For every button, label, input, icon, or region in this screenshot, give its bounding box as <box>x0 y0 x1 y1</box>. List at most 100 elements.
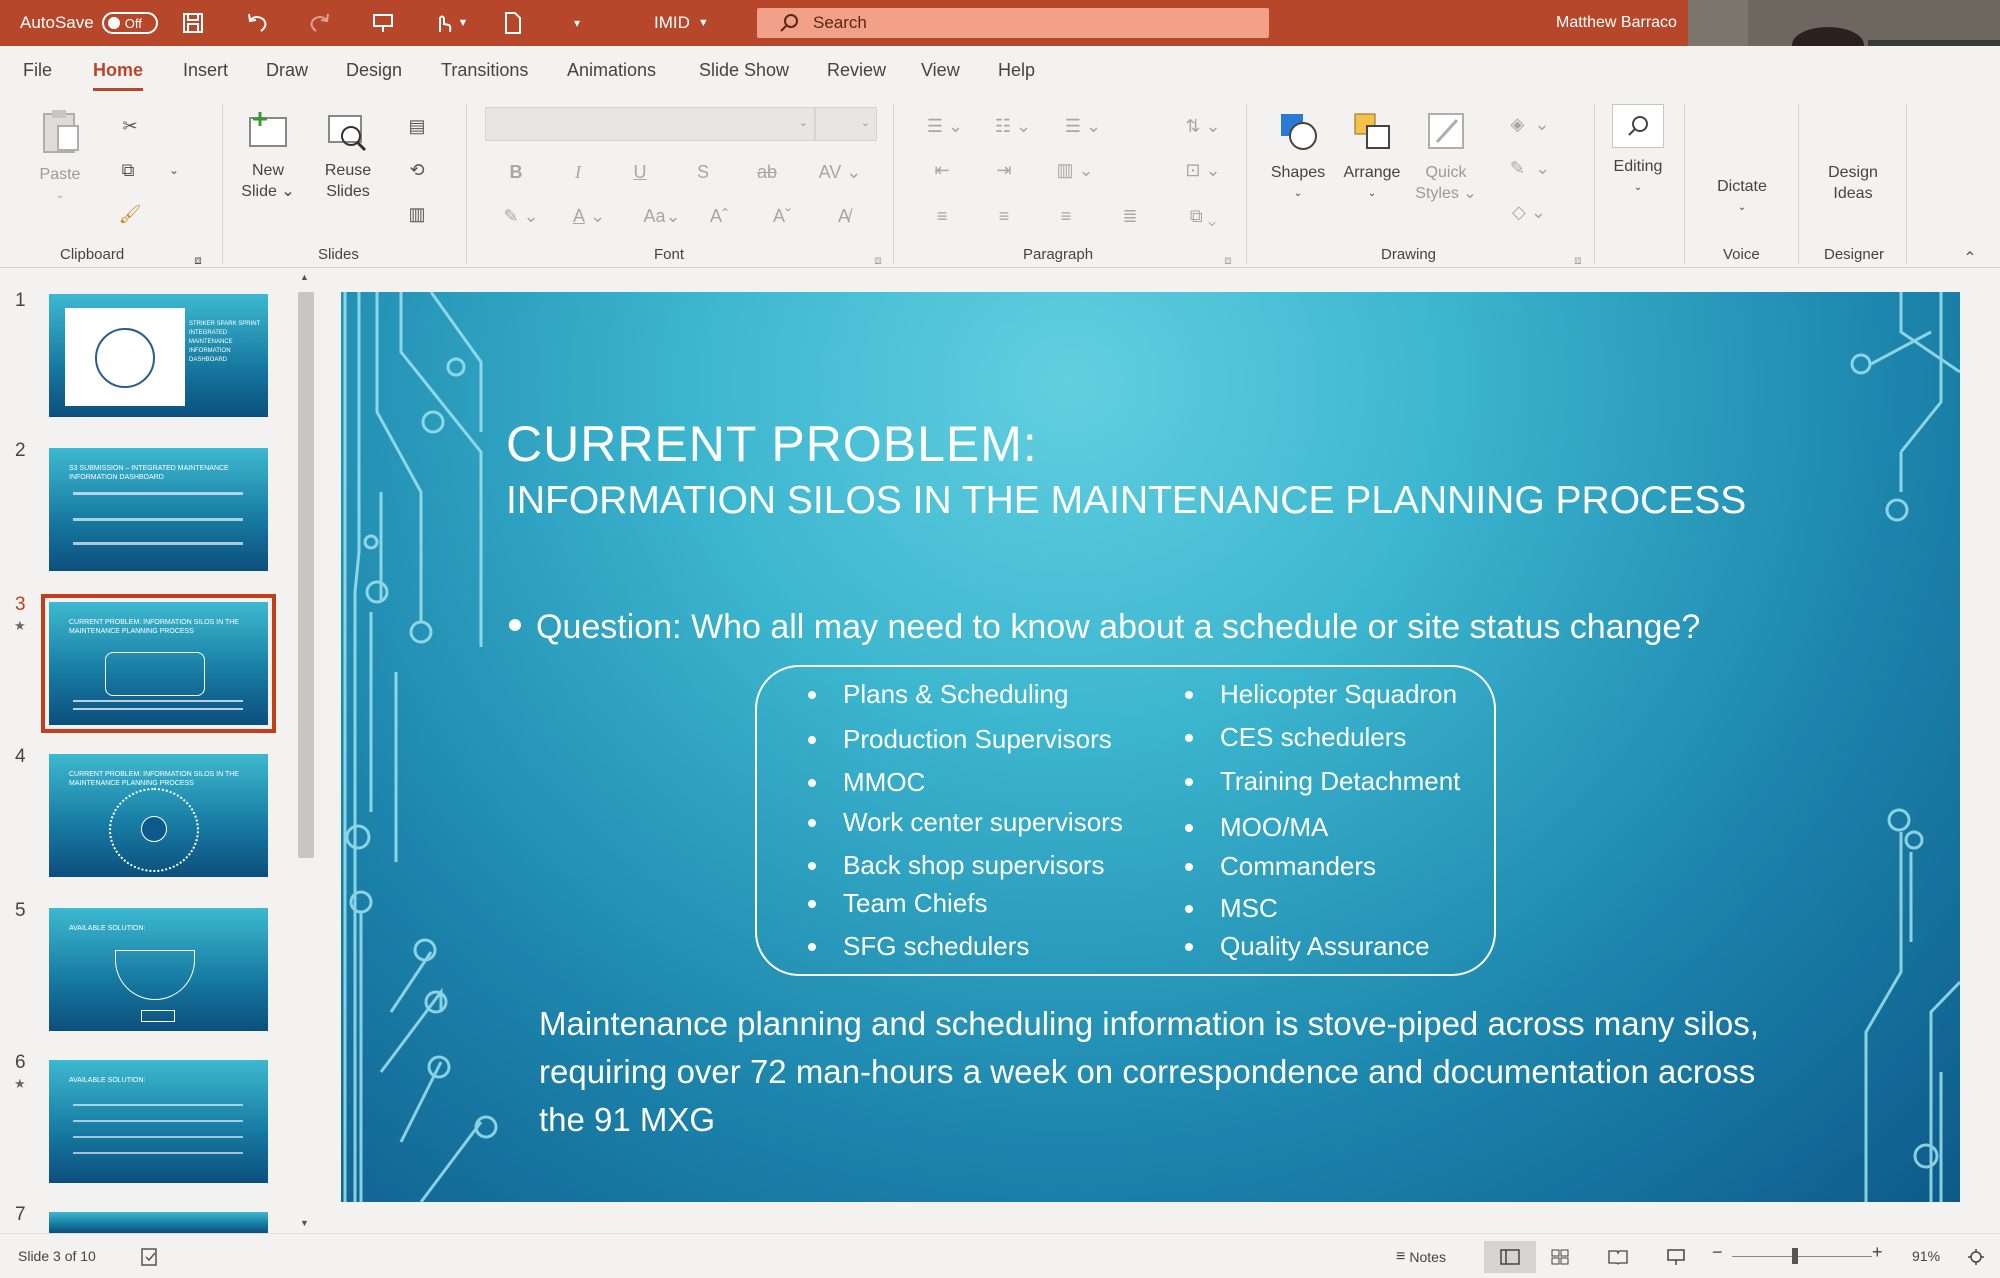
slide-subtitle[interactable]: INFORMATION SILOS IN THE MAINTENANCE PLA… <box>506 479 1746 523</box>
slide-thumbnail-2[interactable]: S3 SUBMISSION – INTEGRATED MAINTENANCE I… <box>49 448 268 571</box>
undo-icon[interactable] <box>242 8 272 38</box>
increase-font-icon[interactable]: Aˆ <box>705 202 733 230</box>
section-icon[interactable]: ▥ <box>403 200 431 228</box>
tab-help[interactable]: Help <box>998 60 1035 81</box>
tab-slide-show[interactable]: Slide Show <box>699 60 789 81</box>
shadow-icon[interactable]: S <box>689 158 717 186</box>
increase-indent-icon[interactable]: ⇥ <box>990 156 1018 184</box>
slide-thumbnail-1[interactable]: STRIKER SPARK SPRINT INTEGRATED MAINTENA… <box>49 294 268 417</box>
format-painter-icon[interactable]: 🖌 <box>116 200 144 228</box>
present-icon[interactable] <box>368 8 398 38</box>
highlight-icon[interactable]: ✎ ⌄ <box>498 202 544 230</box>
paste-button[interactable]: Paste ⌄ <box>38 108 82 206</box>
bullets-icon[interactable]: ☰ ⌄ <box>922 112 968 140</box>
slide-body-text[interactable]: Maintenance planning and scheduling info… <box>539 1000 1789 1144</box>
tab-review[interactable]: Review <box>827 60 886 81</box>
font-color-icon[interactable]: A ⌄ <box>566 202 612 230</box>
slide-canvas[interactable]: CURRENT PROBLEM: INFORMATION SILOS IN TH… <box>341 292 1960 1202</box>
tab-design[interactable]: Design <box>346 60 402 81</box>
autosave-toggle[interactable]: AutoSave Off <box>20 0 158 46</box>
autosave-switch[interactable]: Off <box>101 12 158 34</box>
dictate-button[interactable]: Dictate ⌄ <box>1710 176 1774 218</box>
zoom-out-icon[interactable]: − <box>1712 1242 1723 1263</box>
reading-view-icon[interactable] <box>1598 1241 1638 1273</box>
scroll-down-icon[interactable]: ▼ <box>300 1218 309 1228</box>
reuse-slides-button[interactable]: Reuse Slides <box>322 114 374 202</box>
decrease-font-icon[interactable]: Aˇ <box>768 202 796 230</box>
justify-icon[interactable]: ≣ <box>1116 202 1144 230</box>
tab-animations[interactable]: Animations <box>567 60 656 81</box>
scroll-up-icon[interactable]: ▲ <box>300 272 309 282</box>
italic-icon[interactable]: I <box>564 158 592 186</box>
columns-icon[interactable]: ▥ ⌄ <box>1052 156 1098 184</box>
new-file-icon[interactable] <box>498 8 528 38</box>
copy-icon[interactable]: ⧉ <box>114 156 142 184</box>
notes-button[interactable]: ≡ Notes <box>1376 1241 1466 1273</box>
font-name-combobox[interactable]: ⌄ <box>485 107 815 141</box>
clear-formatting-icon[interactable]: A̸ <box>830 202 858 230</box>
strikethrough-icon[interactable]: ab <box>753 158 781 186</box>
slide-title[interactable]: CURRENT PROBLEM: <box>506 415 1038 473</box>
align-right-icon[interactable]: ≡ <box>1052 202 1080 230</box>
text-direction-icon[interactable]: ⇅ ⌄ <box>1180 112 1226 140</box>
reset-icon[interactable]: ⟲ <box>403 156 431 184</box>
shape-effects-icon[interactable]: ◇ ⌄ <box>1506 198 1552 226</box>
shapes-button[interactable]: Shapes ⌄ <box>1270 110 1326 204</box>
normal-view-icon[interactable] <box>1484 1241 1536 1273</box>
slide-show-view-icon[interactable] <box>1656 1241 1696 1273</box>
user-name[interactable]: Matthew Barraco <box>1556 0 1677 46</box>
roles-box[interactable]: Plans & Scheduling Production Supervisor… <box>755 665 1496 976</box>
smartart-icon[interactable]: ⧉ ⌄ <box>1180 202 1226 230</box>
underline-icon[interactable]: U <box>626 158 654 186</box>
line-spacing-icon[interactable]: ☰ ⌄ <box>1060 112 1106 140</box>
slide-thumbnail-4[interactable]: CURRENT PROBLEM: INFORMATION SILOS IN TH… <box>49 754 268 877</box>
chevron-down-icon[interactable]: ▼ <box>455 8 471 38</box>
collapse-ribbon-icon[interactable]: ⌃ <box>1956 244 1984 272</box>
copy-dropdown-icon[interactable]: ⌄ <box>160 156 188 184</box>
tab-view[interactable]: View <box>921 60 960 81</box>
editing-button[interactable]: Editing ⌄ <box>1604 104 1672 198</box>
slide-thumbnail-7[interactable] <box>49 1212 268 1233</box>
quick-styles-button[interactable]: Quick Styles ⌄ <box>1414 110 1478 204</box>
zoom-slider-thumb[interactable] <box>1792 1248 1798 1264</box>
align-text-icon[interactable]: ⊡ ⌄ <box>1180 156 1226 184</box>
font-size-combobox[interactable]: ⌄ <box>815 107 877 141</box>
tab-transitions[interactable]: Transitions <box>441 60 528 81</box>
redo-icon[interactable] <box>305 8 335 38</box>
font-launcher-icon[interactable]: ⧈ <box>864 246 892 274</box>
slide-thumbnail-6[interactable]: AVAILABLE SOLUTION: <box>49 1060 268 1183</box>
paragraph-launcher-icon[interactable]: ⧈ <box>1214 246 1242 274</box>
layout-icon[interactable]: ▤ <box>403 112 431 140</box>
fit-to-window-icon[interactable] <box>1956 1241 1996 1273</box>
design-ideas-button[interactable]: Design Ideas <box>1815 162 1891 204</box>
slide-thumbnail-5[interactable]: AVAILABLE SOLUTION: <box>49 908 268 1031</box>
character-spacing-icon[interactable]: AV ⌄ <box>818 158 862 186</box>
bold-icon[interactable]: B <box>502 158 530 186</box>
zoom-level[interactable]: 91% <box>1912 1248 1940 1264</box>
tab-insert[interactable]: Insert <box>183 60 228 81</box>
tab-file[interactable]: File <box>23 60 52 81</box>
cut-icon[interactable]: ✂ <box>116 112 144 140</box>
change-case-icon[interactable]: Aa⌄ <box>640 202 684 230</box>
decrease-indent-icon[interactable]: ⇤ <box>928 156 956 184</box>
tab-home[interactable]: Home <box>93 60 144 91</box>
new-slide-button[interactable]: New Slide ⌄ <box>240 110 296 202</box>
slide-thumbnail-3[interactable]: CURRENT PROBLEM: INFORMATION SILOS IN TH… <box>41 594 276 733</box>
slide-question-bullet[interactable]: Question: Who all may need to know about… <box>506 608 1700 647</box>
arrange-button[interactable]: Arrange ⌄ <box>1342 110 1402 204</box>
customize-toolbar-icon[interactable]: ▾ <box>562 8 592 38</box>
accessibility-icon[interactable] <box>130 1241 170 1273</box>
zoom-in-icon[interactable]: + <box>1872 1242 1883 1263</box>
zoom-slider[interactable] <box>1732 1248 1872 1264</box>
align-center-icon[interactable]: ≡ <box>990 202 1018 230</box>
align-left-icon[interactable]: ≡ <box>928 202 956 230</box>
touch-mode-icon[interactable] <box>428 8 458 38</box>
slide-sorter-icon[interactable] <box>1540 1241 1580 1273</box>
scrollbar-thumb[interactable] <box>298 292 314 858</box>
tab-draw[interactable]: Draw <box>266 60 308 81</box>
drawing-launcher-icon[interactable]: ⧈ <box>1564 246 1592 274</box>
shape-outline-icon[interactable]: ✎ ⌄ <box>1500 154 1560 182</box>
numbering-icon[interactable]: ☷ ⌄ <box>990 112 1036 140</box>
file-name[interactable]: IMID ▼ <box>654 0 709 46</box>
search-input[interactable]: Search <box>757 8 1269 38</box>
